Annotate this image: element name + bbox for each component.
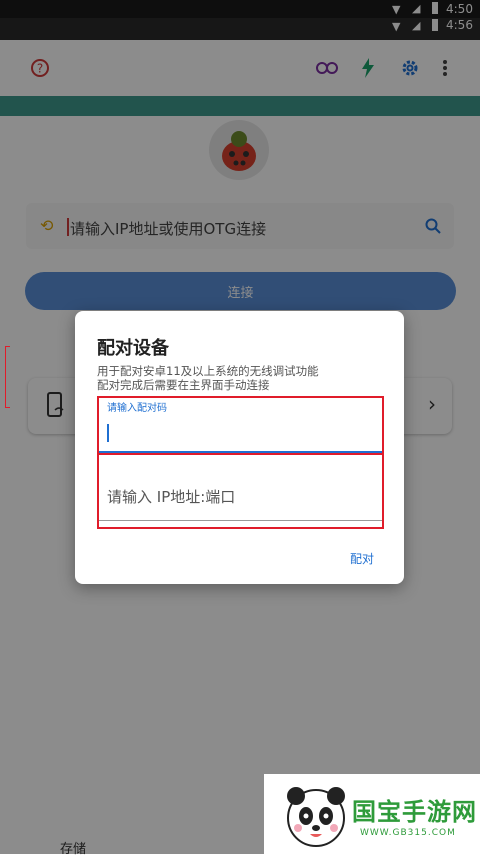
watermark-title: 国宝手游网 xyxy=(352,798,477,826)
dialog-title: 配对设备 xyxy=(97,338,169,359)
watermark-subtitle: WWW.GB315.COM xyxy=(360,828,456,838)
highlight-marker xyxy=(5,346,10,408)
pair-button[interactable]: 配对 xyxy=(350,550,374,567)
highlight-box xyxy=(97,396,384,529)
dialog-description-2: 配对完成后需要在主界面手动连接 xyxy=(97,378,270,392)
panda-logo-icon xyxy=(287,787,345,847)
highlight-divider xyxy=(97,453,384,455)
